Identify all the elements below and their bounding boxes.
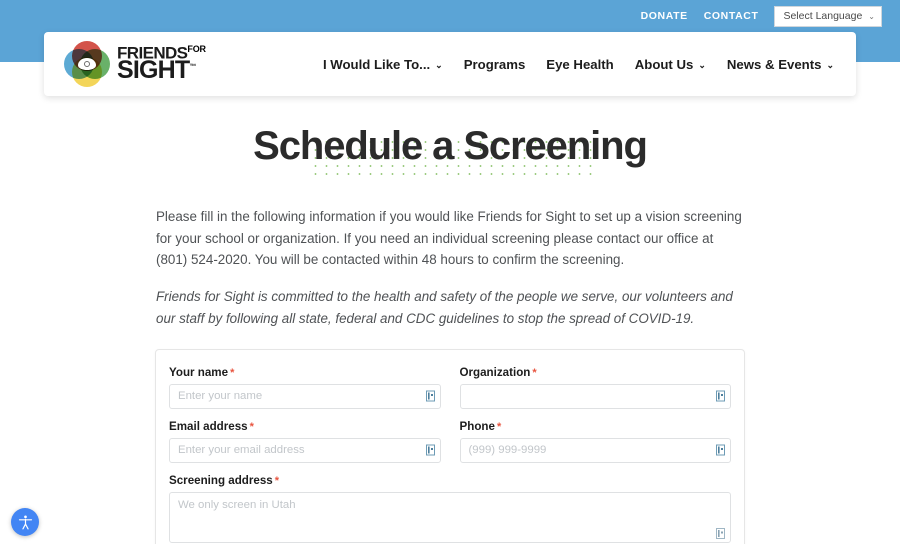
friends-for-sight-flower-icon bbox=[64, 41, 110, 87]
nav-item-label: About Us bbox=[634, 56, 694, 72]
required-marker: * bbox=[249, 420, 254, 433]
nav-item-programs[interactable]: Programs bbox=[464, 57, 526, 72]
email-address-label: Email address * bbox=[169, 419, 254, 433]
autofill-icon[interactable] bbox=[425, 444, 435, 456]
required-marker: * bbox=[274, 474, 280, 487]
chevron-down-icon: ⌄ bbox=[826, 59, 834, 70]
logo-eye-icon bbox=[78, 58, 96, 70]
accessibility-person-icon bbox=[18, 515, 32, 529]
phone-input[interactable] bbox=[459, 437, 731, 463]
field-email-address: Email address * bbox=[169, 420, 441, 463]
field-your-name: Your name * bbox=[169, 366, 441, 409]
accessibility-button[interactable] bbox=[11, 508, 39, 536]
nav-item-eye-health[interactable]: Eye Health bbox=[546, 57, 613, 72]
nav-item-label: Programs bbox=[463, 56, 526, 72]
logo-for-text: FOR bbox=[187, 44, 206, 55]
main-navigation: I Would Like To... ⌄ Programs Eye Health… bbox=[323, 57, 834, 72]
screening-address-label: Screening address * bbox=[169, 473, 280, 487]
autofill-icon[interactable] bbox=[716, 390, 725, 402]
phone-label: Phone * bbox=[459, 419, 502, 433]
required-marker: * bbox=[532, 366, 537, 379]
nav-item-news-and-events[interactable]: News & Events ⌄ bbox=[727, 57, 834, 72]
organization-input[interactable] bbox=[459, 383, 731, 409]
chevron-down-icon: ⌄ bbox=[698, 59, 706, 70]
screening-request-form: Your name* Organization* bbox=[155, 348, 745, 544]
utility-bar: DONATE CONTACT Select Language ⌄ bbox=[641, 0, 900, 32]
autofill-icon[interactable] bbox=[425, 390, 435, 402]
donate-link[interactable]: DONATE bbox=[641, 10, 688, 22]
contact-link[interactable]: CONTACT bbox=[704, 10, 759, 22]
form-row-screening-address: Screening address * bbox=[169, 474, 731, 544]
covid-note-paragraph: Friends for Sight is committed to the he… bbox=[156, 289, 733, 326]
intro-text-block: Please fill in the following information… bbox=[156, 206, 744, 330]
site-header: FRIENDSFOR SIGHT™ I Would Like To... ⌄ P… bbox=[44, 32, 856, 96]
site-logo[interactable]: FRIENDSFOR SIGHT™ bbox=[64, 41, 206, 87]
logo-trademark-text: ™ bbox=[189, 63, 196, 71]
nav-item-about-us[interactable]: About Us ⌄ bbox=[635, 57, 706, 72]
nav-item-i-would-like-to[interactable]: I Would Like To... ⌄ bbox=[323, 57, 443, 72]
required-marker: * bbox=[230, 366, 235, 379]
organization-label: Organization * bbox=[459, 365, 537, 379]
language-select-value: Select Language bbox=[783, 10, 863, 22]
your-name-label: Your name * bbox=[169, 365, 235, 379]
your-name-input[interactable] bbox=[169, 383, 441, 409]
autofill-icon[interactable] bbox=[716, 444, 725, 456]
page-title: Schedule a Screening bbox=[253, 124, 648, 168]
field-screening-address: Screening address * bbox=[169, 474, 731, 544]
language-select[interactable]: Select Language ⌄ bbox=[774, 5, 882, 27]
chevron-down-icon: ⌄ bbox=[868, 11, 875, 21]
screening-address-input[interactable] bbox=[169, 491, 731, 543]
email-address-input[interactable] bbox=[169, 437, 441, 463]
logo-sight-text: SIGHT™ bbox=[117, 56, 196, 85]
page-content: Schedule a Screening Please fill in the … bbox=[0, 96, 900, 544]
intro-paragraph: Please fill in the following information… bbox=[156, 209, 742, 268]
page-title-block: Schedule a Screening bbox=[0, 96, 900, 192]
field-organization: Organization * bbox=[459, 365, 731, 409]
form-row-name-organization: Your name* Organization* bbox=[169, 366, 731, 409]
nav-item-label: I Would Like To... bbox=[322, 56, 431, 72]
field-phone: Phone * bbox=[459, 419, 731, 463]
autofill-icon[interactable] bbox=[716, 527, 725, 539]
form-row-email-phone: Email address* Phone* bbox=[169, 420, 731, 463]
required-marker: * bbox=[496, 420, 502, 433]
chevron-down-icon: ⌄ bbox=[435, 59, 443, 70]
nav-item-label: News & Events bbox=[726, 56, 822, 72]
logo-wordmark: FRIENDSFOR SIGHT™ bbox=[117, 44, 206, 85]
nav-item-label: Eye Health bbox=[546, 56, 614, 72]
